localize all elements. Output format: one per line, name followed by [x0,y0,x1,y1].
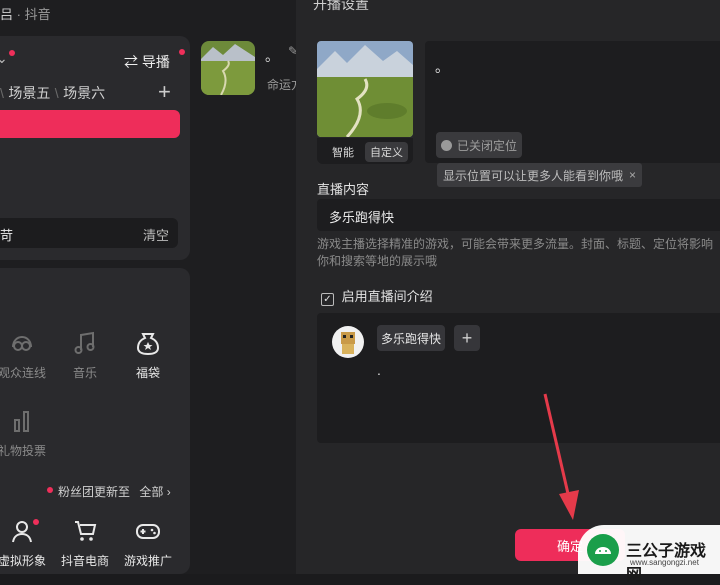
add-scene-button[interactable]: + [158,79,171,105]
close-icon[interactable]: × [629,168,636,182]
music-note-icon [74,331,95,354]
scene-tabs: \ 场景五 \ 场景六 [0,85,106,101]
app-title-char: 吕 [0,7,14,22]
location-off-icon [440,139,452,151]
cover-image[interactable] [317,41,413,137]
preview-thumbnail[interactable] [201,41,255,95]
location-tip: 显示位置可以让更多人能看到你哦 × [437,163,642,187]
tab-scene-6[interactable]: 场景六 [63,85,105,101]
game-avatar [332,326,364,358]
tool-douyin-shop[interactable]: 抖音电商 [55,518,115,569]
intro-game-tag[interactable]: 多乐跑得快 [377,325,445,351]
watermark-url: www.sangongzi.net [630,558,699,567]
tool-label: 礼物投票 [0,444,46,458]
dialog-title: 开播设置 [313,0,369,12]
fan-update-label: 粉丝团更新至 [58,485,131,499]
all-link[interactable]: 全部 [139,485,163,499]
tool-lucky-bag[interactable]: 福袋 [118,330,178,381]
swap-icon: ⇄ [124,54,138,70]
tool-label: 观众连线 [0,366,46,380]
location-label: 已关闭定位 [456,138,517,153]
guide-label: 导播 [141,54,170,70]
lucky-bag-icon [136,333,160,356]
annotation-arrow-icon [543,393,579,520]
tab-scene-5[interactable]: 场景五 [8,85,50,101]
tool-audience-link[interactable]: 观众连线 [0,330,52,381]
location-tip-text: 显示位置可以让更多人能看到你哦 [442,168,623,183]
chevron-right-icon[interactable]: › [167,485,171,499]
fan-update-text: 粉丝团更新至 全部 › [58,483,171,500]
game-description: 游戏主播选择精准的游戏，可能会带来更多流量。封面、标题、定位将影响你和搜索等地的… [317,237,714,268]
tool-game-promo[interactable]: 游戏推广 [118,518,178,569]
tool-label: 福袋 [135,366,160,380]
live-title-text: 。 [435,59,449,75]
tool-label: 音乐 [72,366,97,380]
cart-icon [75,521,97,541]
comment-search-row[interactable]: 苛 清空 [0,218,178,248]
tool-label: 虚拟形象 [0,554,46,568]
gamepad-icon [136,524,160,539]
preview-title: 。 [265,48,279,64]
search-fragment: 苛 [0,228,14,243]
bar-chart-icon [14,411,29,432]
location-toggle[interactable]: 已关闭定位 [436,132,522,158]
site-watermark: 三公子游戏网 www.sangongzi.net [578,525,720,584]
checkbox-checked-icon: ✓ [321,293,334,306]
tool-virtual-avatar[interactable]: 虚拟形象 [0,518,52,569]
game-name: 多乐跑得快 [329,210,395,225]
guide-button[interactable]: ⇄ 导播 [124,52,170,72]
smart-cover-button[interactable]: 智能 [327,142,359,162]
tool-gift-vote[interactable]: 礼物投票 [0,408,52,459]
intro-text: . [377,362,381,378]
avatar-icon [12,521,32,543]
live-content-label: 直播内容 [317,182,370,197]
add-tag-button[interactable]: + [454,325,480,351]
avatar-notification-dot [33,519,39,525]
tool-label: 游戏推广 [123,554,172,568]
game-select[interactable]: 多乐跑得快 [317,199,720,231]
clear-button[interactable]: 清空 [143,225,169,244]
intro-checkbox[interactable]: ✓ 启用直播间介绍 [321,286,433,306]
app-title-sub: · 抖音 [16,7,51,22]
notification-dot [9,50,15,56]
fan-update-dot [47,487,53,493]
cover-options: 智能 自定义 [317,138,413,164]
app-title: 吕 · 抖音 [0,4,51,23]
start-live-bar[interactable] [0,110,180,138]
custom-cover-button[interactable]: 自定义 [365,142,408,162]
intro-checkbox-label: 启用直播间介绍 [341,289,433,304]
android-logo-icon [587,534,619,566]
chevron-down-icon[interactable]: ⌄ [0,50,8,67]
guide-notification-dot [179,49,185,55]
tool-music[interactable]: 音乐 [55,330,115,381]
link-icon [12,335,32,351]
tool-label: 抖音电商 [60,554,109,568]
